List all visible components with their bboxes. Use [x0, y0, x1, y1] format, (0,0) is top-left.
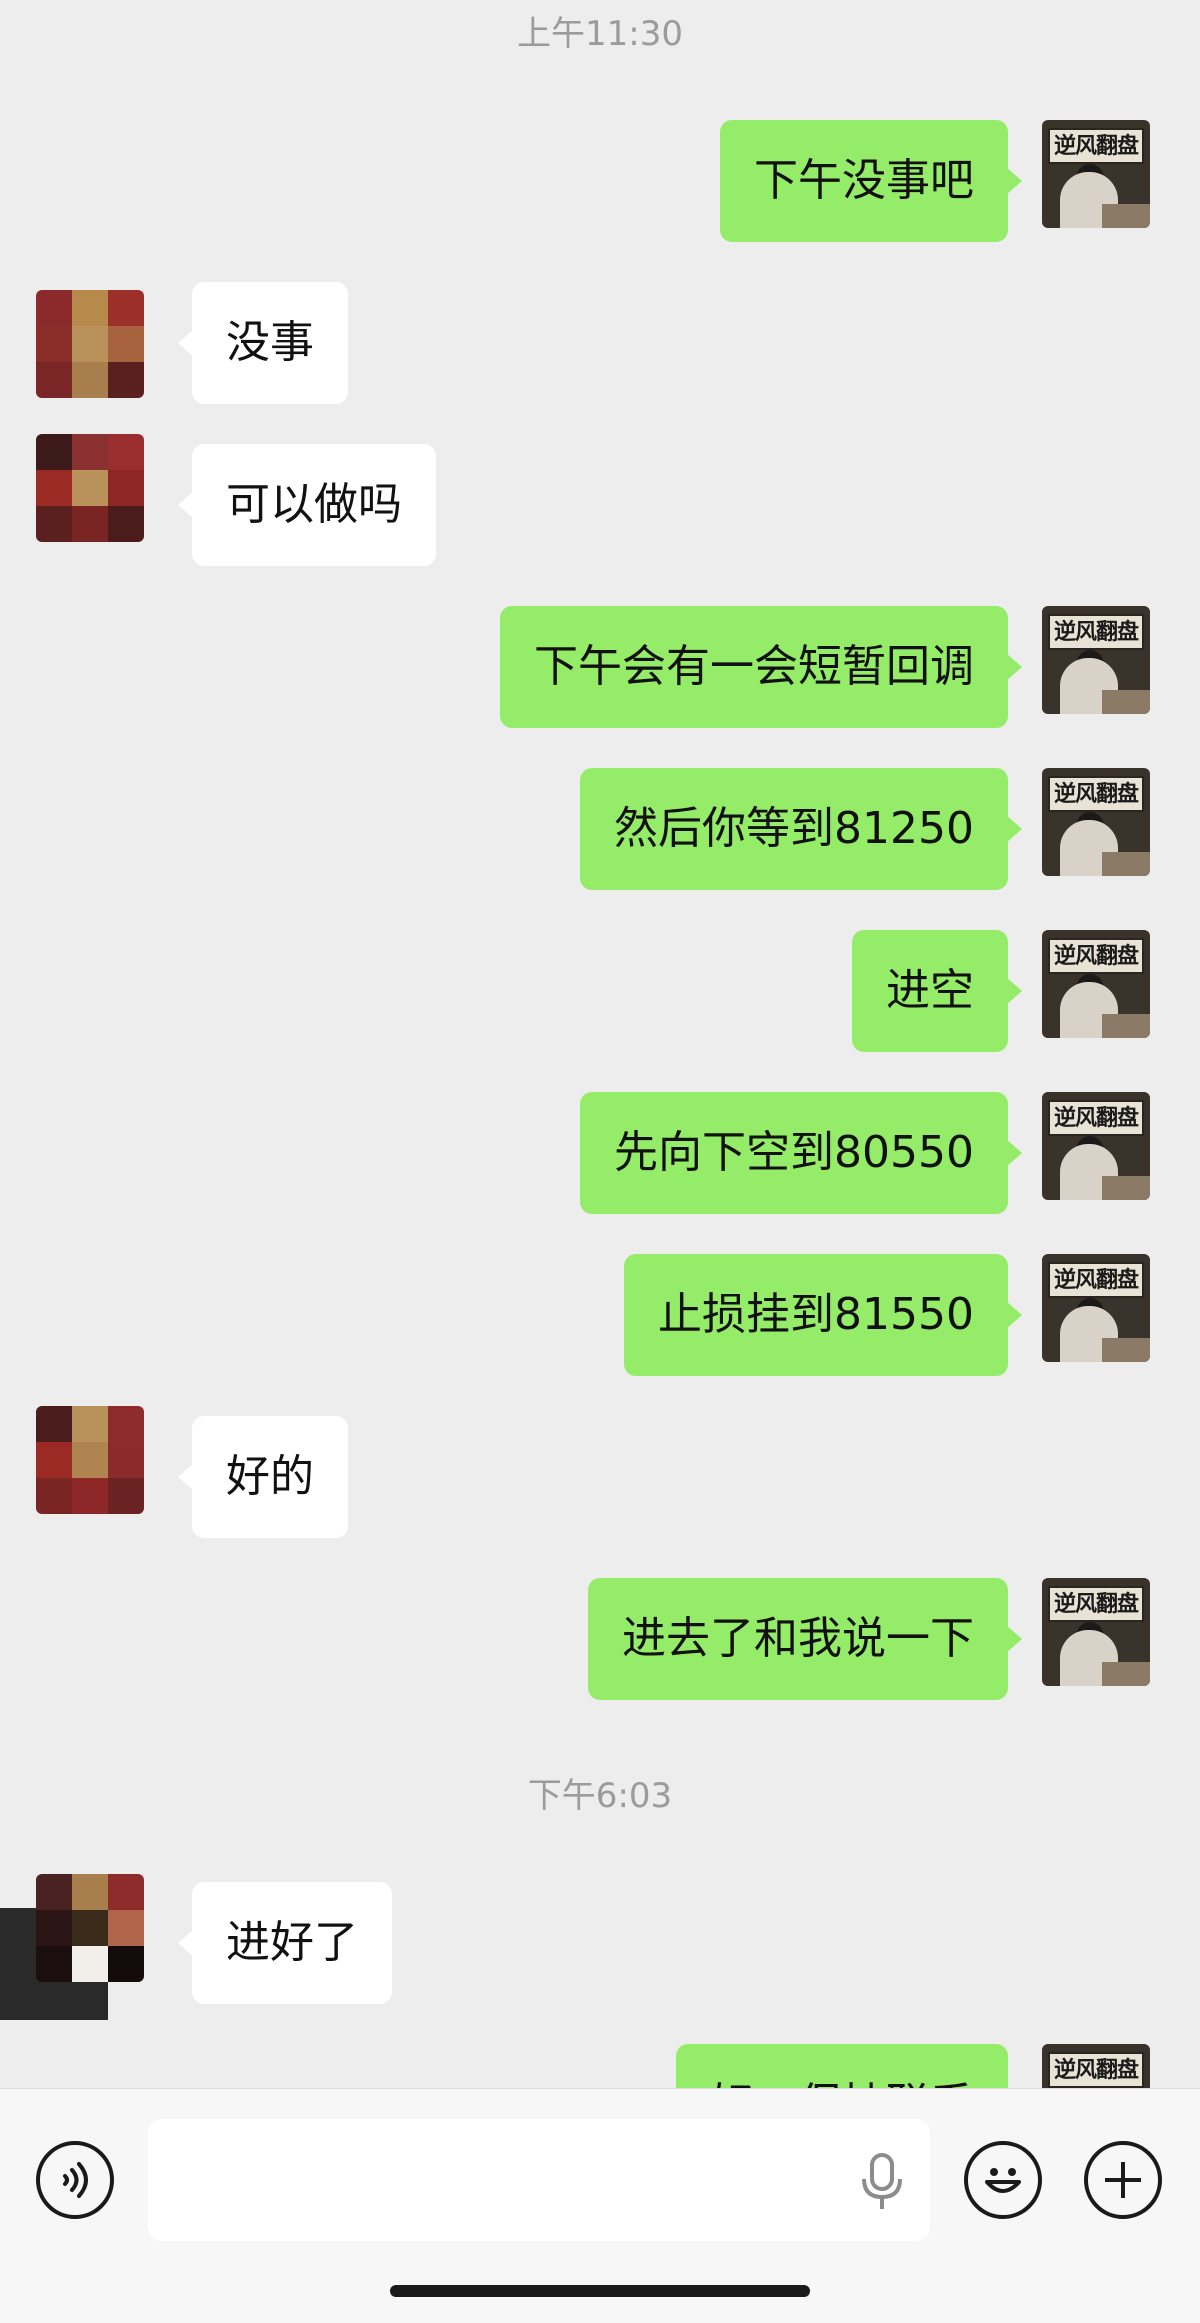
avatar-sign-text: 逆风翻盘: [1048, 776, 1144, 812]
chat-message-area[interactable]: 上午11:30 逆风翻盘 下午没事吧 没事 可以做吗 逆风翻盘 下午会有一会短暂…: [0, 0, 1200, 2088]
my-avatar[interactable]: 逆风翻盘: [1042, 606, 1150, 714]
message-bubble-incoming[interactable]: 进好了: [178, 1882, 392, 2004]
timestamp: 上午11:30: [517, 14, 683, 54]
message-bubble-outgoing[interactable]: 先向下空到80550: [580, 1092, 1022, 1214]
contact-avatar[interactable]: [36, 290, 144, 398]
contact-avatar[interactable]: [36, 1874, 144, 1982]
message-bubble-incoming[interactable]: 没事: [178, 282, 348, 404]
message-input[interactable]: [148, 2119, 930, 2241]
message-bubble-outgoing[interactable]: 好，保持联系: [676, 2044, 1008, 2088]
message-bubble-incoming[interactable]: 好的: [178, 1416, 348, 1538]
microphone-icon[interactable]: [858, 2153, 906, 2211]
avatar-sign-text: 逆风翻盘: [1048, 2052, 1144, 2088]
emoji-icon: [985, 2168, 1021, 2193]
message-bubble-outgoing[interactable]: 然后你等到81250: [580, 768, 1022, 890]
message-bubble-outgoing[interactable]: 下午会有一会短暂回调: [500, 606, 1022, 728]
message-bubble-outgoing[interactable]: 进空: [852, 930, 1022, 1052]
avatar-sign-text: 逆风翻盘: [1048, 614, 1144, 650]
avatar-sign-text: 逆风翻盘: [1048, 1586, 1144, 1622]
home-indicator[interactable]: [390, 2285, 810, 2297]
my-avatar[interactable]: 逆风翻盘: [1042, 930, 1150, 1038]
message-bubble-outgoing[interactable]: 止损挂到81550: [624, 1254, 1022, 1376]
avatar-sign-text: 逆风翻盘: [1048, 1100, 1144, 1136]
voice-button[interactable]: [36, 2141, 114, 2219]
message-bubble-incoming[interactable]: 可以做吗: [178, 444, 436, 566]
plus-icon: [1105, 2162, 1141, 2198]
message-bubble-outgoing[interactable]: 下午没事吧: [720, 120, 1022, 242]
my-avatar[interactable]: 逆风翻盘: [1042, 120, 1150, 228]
contact-avatar[interactable]: [36, 1406, 144, 1514]
timestamp: 下午6:03: [527, 1776, 673, 1816]
my-avatar[interactable]: 逆风翻盘: [1042, 1254, 1150, 1362]
chat-input-bar: [0, 2088, 1200, 2323]
avatar-sign-text: 逆风翻盘: [1048, 1262, 1144, 1298]
emoji-button[interactable]: [964, 2141, 1042, 2219]
message-bubble-outgoing[interactable]: 进去了和我说一下: [588, 1578, 1022, 1700]
voice-icon: [63, 2162, 88, 2198]
my-avatar[interactable]: 逆风翻盘: [1042, 2044, 1150, 2088]
avatar-sign-text: 逆风翻盘: [1048, 128, 1144, 164]
my-avatar[interactable]: 逆风翻盘: [1042, 1092, 1150, 1200]
my-avatar[interactable]: 逆风翻盘: [1042, 768, 1150, 876]
contact-avatar[interactable]: [36, 434, 144, 542]
my-avatar[interactable]: 逆风翻盘: [1042, 1578, 1150, 1686]
avatar-sign-text: 逆风翻盘: [1048, 938, 1144, 974]
more-button[interactable]: [1084, 2141, 1162, 2219]
